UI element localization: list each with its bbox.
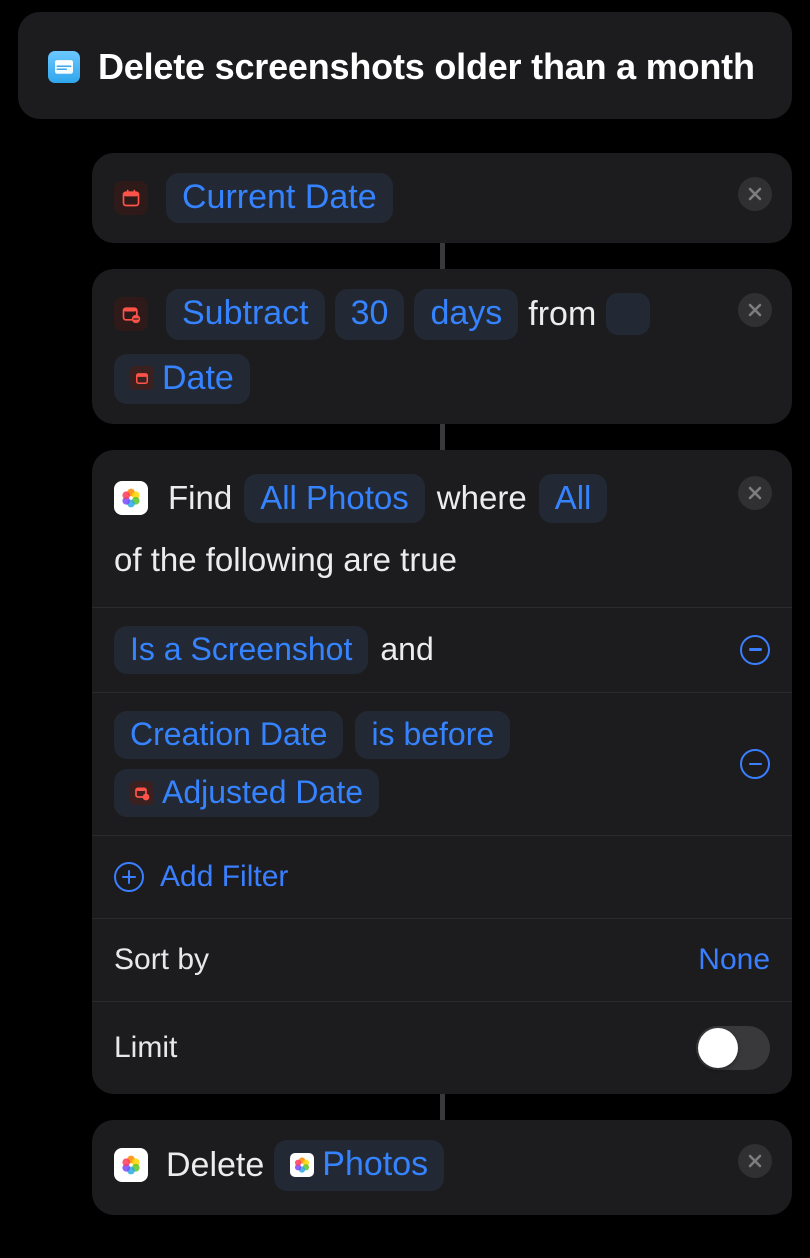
label-tail: of the following are true [114,534,726,587]
label-where: where [437,472,527,525]
limit-label: Limit [114,1031,177,1065]
add-filter-button[interactable]: Add Filter [92,836,792,919]
connector-line [440,1094,445,1120]
token-date-variable-label: Date [162,360,234,397]
label-and: and [380,631,433,668]
filter-row: Is a Screenshot and [92,608,792,693]
photos-app-icon [114,1148,148,1182]
sort-by-label: Sort by [114,943,209,977]
token-date-variable[interactable]: Date [114,354,250,404]
limit-row: Limit [92,1002,792,1094]
label-delete: Delete [166,1146,264,1185]
token-current-date[interactable]: Current Date [166,173,393,223]
calendar-icon [114,181,148,215]
token-filter-field[interactable]: Creation Date [114,711,343,759]
token-photos-label: Photos [322,1146,428,1183]
token-all-photos[interactable]: All Photos [244,474,425,523]
add-filter-label: Add Filter [160,860,288,894]
token-filter-operator[interactable]: is before [355,711,510,759]
token-amount[interactable]: 30 [335,289,405,339]
find-header: Find All Photos where All of the followi… [92,450,792,608]
shortcut-app-icon [48,51,80,83]
token-unit[interactable]: days [414,289,518,339]
remove-action-button[interactable] [738,476,772,510]
limit-toggle[interactable] [696,1026,770,1070]
sort-by-row: Sort by None [92,919,792,1002]
remove-action-button[interactable] [738,1144,772,1178]
token-combinator[interactable]: All [539,474,608,523]
token-filter-field[interactable]: Is a Screenshot [114,626,368,674]
connector-line [440,243,445,269]
actions-column: Current Date Subtract 30 days from [92,153,792,1215]
remove-filter-button[interactable] [740,635,770,665]
action-current-date[interactable]: Current Date [92,153,792,243]
switch-knob [698,1028,738,1068]
label-find: Find [168,472,232,525]
action-find-photos[interactable]: Find All Photos where All of the followi… [92,450,792,1094]
shortcut-title[interactable]: Delete screenshots older than a month [98,44,755,91]
remove-action-button[interactable] [738,293,772,327]
filter-row: Creation Date is before Adjusted Date [92,693,792,836]
calendar-adjust-icon [114,297,148,331]
photos-app-icon [114,481,148,515]
remove-filter-button[interactable] [740,749,770,779]
calendar-mini-icon [130,366,154,390]
label-from: from [528,295,596,334]
action-adjust-date[interactable]: Subtract 30 days from Date [92,269,792,424]
photos-mini-icon [290,1153,314,1177]
empty-token[interactable] [606,293,650,335]
connector-line [440,424,445,450]
shortcut-title-card: Delete screenshots older than a month [18,12,792,119]
token-adjusted-date-variable[interactable]: Adjusted Date [114,769,379,817]
token-adjusted-date-label: Adjusted Date [162,775,363,810]
token-subtract[interactable]: Subtract [166,289,325,339]
token-photos-variable[interactable]: Photos [274,1140,444,1190]
calendar-adjust-mini-icon [130,781,154,805]
action-delete-photos[interactable]: Delete Photos [92,1120,792,1214]
sort-by-value[interactable]: None [698,943,770,977]
remove-action-button[interactable] [738,177,772,211]
plus-icon [114,862,144,892]
